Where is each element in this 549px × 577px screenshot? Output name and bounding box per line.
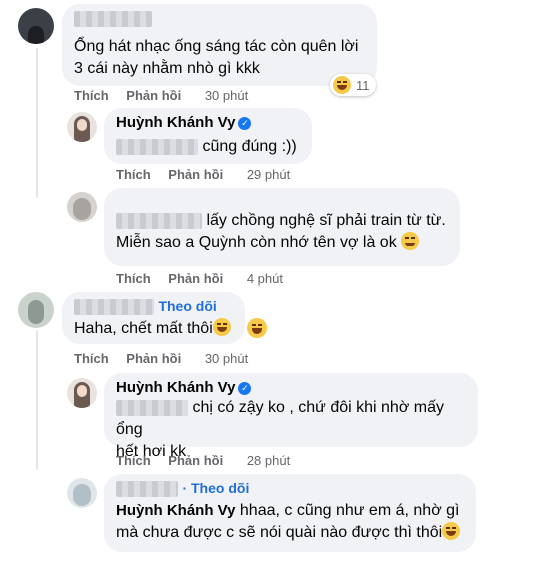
comment-actions: Thích Phản hồi 29 phút <box>116 167 290 182</box>
timestamp[interactable]: 30 phút <box>205 88 248 103</box>
comment-bubble: Ổng hát nhạc ống sáng tác còn quên lời 3… <box>62 4 377 86</box>
timestamp[interactable]: 30 phút <box>205 351 248 366</box>
comment-text: cũng đúng :)) <box>202 138 297 155</box>
timestamp[interactable]: 29 phút <box>247 167 290 182</box>
follow-link[interactable]: Theo dõi <box>158 298 216 314</box>
redacted-mention[interactable] <box>116 399 188 416</box>
comment-bubble: Huỳnh Khánh Vy ✓ cũng đúng :)) <box>104 108 312 164</box>
reply-button[interactable]: Phản hồi <box>168 453 223 468</box>
laughing-emoji-icon <box>442 522 461 540</box>
avatar[interactable] <box>18 292 54 328</box>
comment-text: hhaa, c cũng như em á, nhờ gì <box>239 502 460 519</box>
smiling-emoji-icon <box>401 232 420 250</box>
comment-text: lấy chồng nghệ sĩ phải train từ từ. <box>206 212 446 229</box>
laughing-emoji-icon <box>212 318 231 336</box>
mention-link[interactable]: Huỳnh Khánh Vy <box>116 502 235 519</box>
reply-button[interactable]: Phản hồi <box>168 271 223 286</box>
like-button[interactable]: Thích <box>74 351 109 366</box>
thread-line <box>36 48 38 198</box>
redacted-mention[interactable] <box>116 138 198 155</box>
reaction-count[interactable]: 11 <box>330 74 376 96</box>
comment-author[interactable]: Huỳnh Khánh Vy <box>116 379 235 396</box>
avatar[interactable] <box>67 192 97 222</box>
avatar[interactable] <box>67 478 97 508</box>
comment-text: Ổng hát nhạc ống sáng tác còn quên lời <box>74 38 359 55</box>
laughing-emoji-icon <box>333 76 351 94</box>
comment-text: mà chưa được c sẽ nói quài nào được thì … <box>116 524 443 541</box>
comment-actions: Thích Phản hồi 30 phút <box>74 88 248 103</box>
comment-bubble: · Theo dõi Huỳnh Khánh Vy hhaa, c cũng n… <box>104 474 476 552</box>
verified-badge-icon: ✓ <box>238 117 252 130</box>
comment-bubble: lấy chồng nghệ sĩ phải train từ từ. Miễn… <box>104 188 460 266</box>
timestamp[interactable]: 28 phút <box>247 453 290 468</box>
laughing-reaction-icon[interactable] <box>247 318 267 338</box>
comment-author-redacted[interactable] <box>116 480 178 497</box>
timestamp[interactable]: 4 phút <box>247 271 283 286</box>
comment-text: 3 cái này nhằm nhò gì kkk <box>74 60 260 77</box>
comment-author[interactable]: Huỳnh Khánh Vy <box>116 114 235 131</box>
like-button[interactable]: Thích <box>116 271 151 286</box>
avatar[interactable] <box>18 8 54 44</box>
comment-text: Miễn sao a Quỳnh còn nhớ tên vợ là ok <box>116 234 397 251</box>
comment-author-redacted[interactable] <box>74 10 365 28</box>
follow-link[interactable]: · Theo dõi <box>182 480 249 496</box>
comment-actions: Thích Phản hồi 28 phút <box>116 453 290 468</box>
reply-button[interactable]: Phản hồi <box>168 167 223 182</box>
avatar[interactable] <box>67 112 97 142</box>
redacted-mention[interactable] <box>116 212 202 229</box>
comment-actions: Thích Phản hồi 30 phút <box>74 351 248 366</box>
comment-actions: Thích Phản hồi 4 phút <box>116 271 283 286</box>
comment-bubble: Theo dõi Haha, chết mất thôi <box>62 292 245 344</box>
comment-author-redacted[interactable] <box>74 298 154 315</box>
like-button[interactable]: Thích <box>74 88 109 103</box>
reply-button[interactable]: Phản hồi <box>126 88 181 103</box>
comment-bubble: Huỳnh Khánh Vy ✓ chị có zậy ko , chứ đôi … <box>104 373 478 460</box>
reply-button[interactable]: Phản hồi <box>126 351 181 366</box>
avatar[interactable] <box>67 378 97 408</box>
comment-text: Haha, chết mất thôi <box>74 320 213 337</box>
like-button[interactable]: Thích <box>116 453 151 468</box>
thread-line <box>36 330 38 470</box>
verified-badge-icon: ✓ <box>238 382 252 395</box>
like-button[interactable]: Thích <box>116 167 151 182</box>
